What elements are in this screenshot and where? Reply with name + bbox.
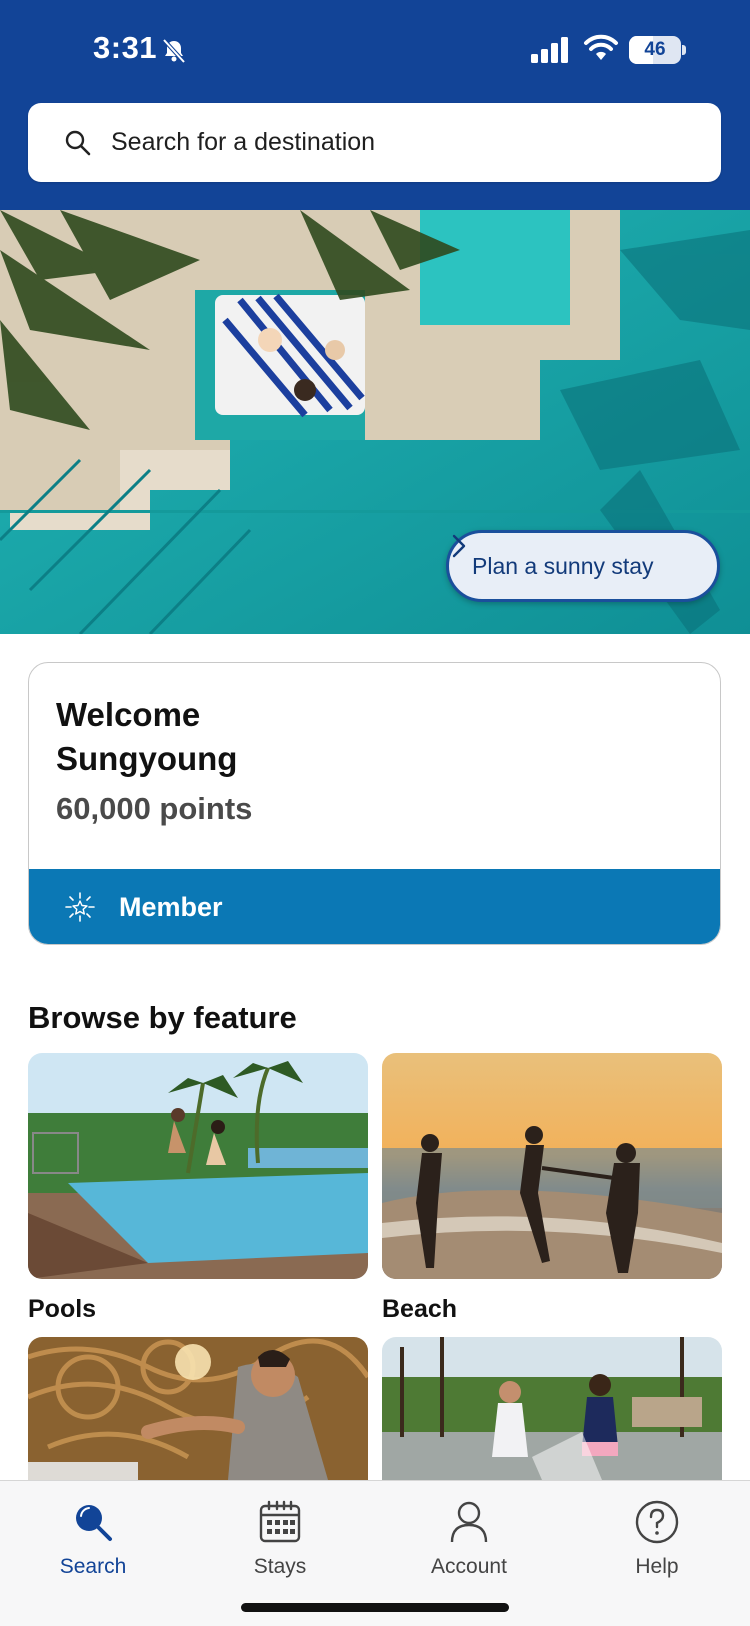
feature-tile-pools[interactable]: Pools — [28, 1053, 368, 1333]
tab-stays[interactable]: Stays — [210, 1491, 350, 1591]
signal-icon — [531, 37, 568, 63]
welcome-line: Welcome — [56, 696, 201, 733]
battery-icon: 46 — [629, 36, 686, 64]
calendar-icon — [259, 1500, 301, 1543]
star-burst-icon — [65, 892, 95, 922]
feature-tile-4[interactable] — [382, 1337, 722, 1480]
feature-tile-beach[interactable]: Beach — [382, 1053, 722, 1333]
feature-label: Pools — [28, 1295, 97, 1323]
status-time: 3:31 — [93, 30, 158, 65]
feature-image-4 — [382, 1337, 722, 1480]
battery-level: 46 — [644, 39, 666, 60]
feature-image-3 — [28, 1337, 368, 1480]
member-name: Sungyoung — [56, 740, 238, 777]
hero-cta-label: Plan a sunny stay — [472, 553, 654, 579]
search-icon — [65, 130, 91, 156]
points-balance: 60,000 points — [56, 791, 253, 826]
hero-banner[interactable]: Plan a sunny stay — [0, 210, 750, 634]
search-input[interactable]: Search for a destination — [28, 103, 721, 182]
beach-image — [382, 1053, 722, 1279]
feature-tile-3[interactable] — [28, 1337, 368, 1480]
chevron-right-icon — [452, 534, 466, 558]
welcome-greeting: Welcome Sungyoung — [56, 693, 456, 781]
tab-account[interactable]: Account — [399, 1491, 539, 1591]
question-circle-icon — [635, 1500, 679, 1544]
search-icon — [76, 1505, 112, 1541]
bell-muted-icon — [162, 38, 186, 64]
tab-help[interactable]: Help — [587, 1491, 727, 1591]
person-icon — [450, 1501, 488, 1543]
app-header: 3:31 46 Search for a destination — [0, 0, 750, 210]
tab-label: Stays — [253, 1555, 307, 1578]
home-indicator[interactable] — [241, 1603, 509, 1612]
browse-section-title: Browse by feature — [28, 1000, 297, 1035]
tab-search[interactable]: Search — [23, 1491, 163, 1591]
plan-sunny-stay-button[interactable]: Plan a sunny stay — [446, 530, 720, 602]
search-placeholder: Search for a destination — [111, 128, 376, 156]
feature-label: Beach — [382, 1295, 458, 1323]
wifi-icon — [584, 34, 618, 60]
tab-label: Search — [59, 1555, 127, 1578]
pools-image — [28, 1053, 368, 1279]
tab-label: Help — [635, 1555, 679, 1578]
status-bar: 3:31 46 — [0, 0, 750, 100]
welcome-card[interactable]: Welcome Sungyoung 60,000 points Member — [28, 662, 721, 945]
member-tier-bar[interactable]: Member — [29, 869, 720, 944]
tier-label: Member — [119, 892, 223, 922]
tab-label: Account — [431, 1555, 507, 1578]
